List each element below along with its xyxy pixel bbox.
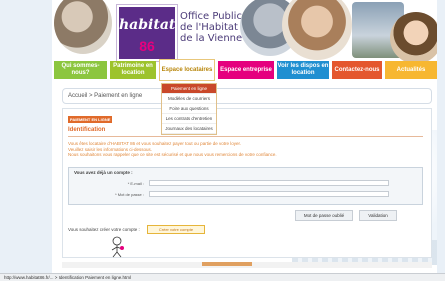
- browser-page: habitat 86 Office Public de l'Habitat de…: [0, 0, 445, 281]
- nav-espace-entreprise[interactable]: Espace entreprise: [218, 61, 274, 79]
- forgot-password-button[interactable]: Mot de passe oublié: [295, 210, 353, 221]
- nav-patrimoine[interactable]: Patrimoine en location: [110, 61, 156, 79]
- main-navigation: Qui sommes-nous? Patrimoine en location …: [52, 59, 437, 81]
- intro-line: Nous souhaitons vous rappeler que ce sit…: [68, 152, 277, 158]
- left-margin: [0, 0, 52, 273]
- logo-number: 86: [139, 38, 155, 54]
- banner-photo: [282, 0, 352, 60]
- header-banner: habitat 86 Office Public de l'Habitat de…: [52, 0, 437, 64]
- intro-text: Vous êtes locataire d'HABITAT 86 et vous…: [68, 141, 418, 158]
- email-field[interactable]: [149, 180, 389, 186]
- password-label: * Mot de passe :: [115, 192, 144, 197]
- banner-photo: [54, 0, 112, 54]
- email-label: * E-mail :: [127, 181, 144, 186]
- menu-item-modeles[interactable]: Modèles de courriers: [162, 94, 216, 104]
- espace-locataires-menu: Paiement en ligne Modèles de courriers F…: [161, 83, 217, 135]
- menu-item-faq[interactable]: Foire aux questions: [162, 104, 216, 114]
- existing-account-box: Vous avez déjà un compte : * E-mail : * …: [68, 167, 423, 205]
- site-container: habitat 86 Office Public de l'Habitat de…: [52, 0, 437, 273]
- create-account-button[interactable]: Créer votre compte: [147, 225, 205, 234]
- org-line: de la Vienne: [180, 33, 243, 44]
- menu-item-journaux[interactable]: Journaux des locataires: [162, 124, 216, 134]
- section-title: Identification: [68, 127, 106, 133]
- org-line: Office Public: [180, 11, 242, 22]
- habitat86-logo[interactable]: habitat 86: [117, 5, 177, 61]
- nav-contactez-nous[interactable]: Contactez-nous: [332, 61, 382, 79]
- password-field[interactable]: [149, 191, 389, 197]
- breadcrumb: Accueil > Paiement en ligne: [62, 88, 432, 104]
- divider: [68, 136, 423, 137]
- nav-qui-sommes-nous[interactable]: Qui sommes-nous?: [54, 61, 107, 79]
- nav-espace-locataires[interactable]: Espace locataires: [159, 59, 215, 81]
- nav-actualites[interactable]: Actualités: [385, 61, 437, 79]
- browser-status-bar: http://www.habitat86.fr/... > Identifica…: [0, 273, 445, 281]
- logo-text: habitat: [119, 17, 176, 33]
- organization-name: Office Public de l'Habitat de la Vienne: [180, 11, 242, 44]
- create-account-label: Vous souhaitez créer votre compte :: [68, 227, 140, 232]
- right-margin: [437, 0, 445, 273]
- footer-accent: [202, 262, 252, 266]
- nav-voir-dispos[interactable]: Voir les dispos en location: [277, 61, 329, 79]
- validate-button[interactable]: Validation: [359, 210, 397, 221]
- section-tag: PAIEMENT EN LIGNE: [68, 116, 113, 123]
- org-line: de l'Habitat: [180, 22, 238, 33]
- login-title: Vous avez déjà un compte :: [74, 170, 133, 175]
- mascot-figure-icon: [111, 236, 124, 258]
- banner-photo: [390, 12, 437, 64]
- menu-item-paiement[interactable]: Paiement en ligne: [162, 84, 216, 94]
- menu-item-contrats[interactable]: Les contrats d'entretien: [162, 114, 216, 124]
